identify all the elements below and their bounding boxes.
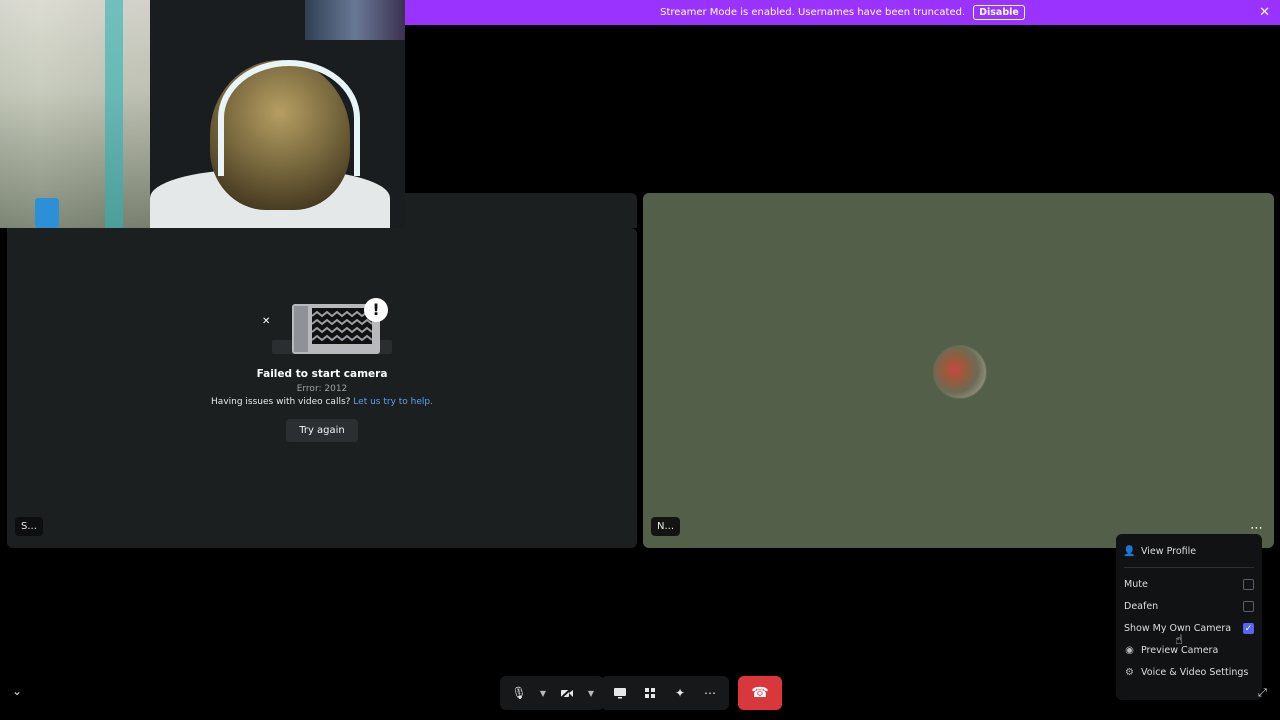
show-own-camera-checkbox[interactable]: ✓ xyxy=(1243,622,1254,634)
more-icon[interactable]: ⋯ xyxy=(697,680,723,706)
headset xyxy=(218,60,360,176)
menu-item-show-own-camera[interactable]: Show My Own Camera ✓ xyxy=(1124,617,1254,639)
left-video-tile[interactable]: ✕ ! Failed to start camera Error: 2012 H… xyxy=(7,228,637,548)
sparkle-icon: ✕ xyxy=(262,316,271,327)
right-video-tile[interactable]: N... ⋯ xyxy=(643,193,1274,548)
menu-label: Deafen xyxy=(1124,600,1159,612)
participant-avatar[interactable] xyxy=(933,345,987,399)
menu-item-deafen[interactable]: Deafen xyxy=(1124,595,1254,617)
error-code: Error: 2012 xyxy=(296,384,348,394)
activities-icon[interactable] xyxy=(637,680,663,706)
background-shelf xyxy=(0,0,150,228)
deafen-checkbox[interactable] xyxy=(1243,600,1254,612)
hang-up-icon[interactable]: ☎ xyxy=(738,676,782,710)
participant-context-menu: 👤 View Profile Mute Deafen Show My Own Ca… xyxy=(1116,534,1262,700)
gear-icon: ⚙ xyxy=(1125,666,1134,678)
menu-label: Show My Own Camera xyxy=(1124,622,1232,634)
screen-share-icon[interactable] xyxy=(607,680,633,706)
fullscreen-icon[interactable]: ⤢ xyxy=(1258,686,1267,700)
microphone-icon[interactable]: 🎙 xyxy=(506,680,532,706)
menu-divider xyxy=(1124,567,1254,568)
soundboard-icon[interactable]: ✦ xyxy=(667,680,693,706)
close-icon[interactable]: ✕ xyxy=(1259,5,1270,20)
banner-message: Streamer Mode is enabled. Usernames have… xyxy=(660,7,966,18)
camera-error-illustration: ✕ ! xyxy=(252,298,392,358)
camera-lens xyxy=(294,306,308,352)
mic-options-chevron-icon[interactable]: ▼ xyxy=(536,680,550,706)
person-icon: 👤 xyxy=(1123,545,1136,557)
menu-label: Voice & Video Settings xyxy=(1141,666,1249,678)
background-cup xyxy=(35,198,59,228)
camera-options-chevron-icon[interactable]: ▼ xyxy=(584,680,598,706)
menu-label: View Profile xyxy=(1141,545,1197,557)
help-link[interactable]: Let us try to help. xyxy=(353,397,433,407)
participant-name-tag: N... xyxy=(651,517,681,536)
help-prompt: Having issues with video calls? xyxy=(211,397,351,407)
activity-controls-group: ✦ ⋯ xyxy=(601,676,729,710)
participant-name-tag: S... xyxy=(15,517,43,536)
warning-icon: ! xyxy=(364,298,388,322)
mic-camera-group: 🎙 ▼ ▼ xyxy=(500,676,604,710)
menu-item-view-profile[interactable]: 👤 View Profile xyxy=(1123,540,1254,562)
menu-item-voice-video-settings[interactable]: ⚙ Voice & Video Settings xyxy=(1124,661,1254,683)
camera-static-screen xyxy=(312,308,372,344)
menu-item-preview-camera[interactable]: ◉ Preview Camera xyxy=(1124,639,1254,661)
background-post xyxy=(105,0,123,228)
mute-checkbox[interactable] xyxy=(1243,578,1254,590)
self-camera-preview[interactable] xyxy=(0,0,405,228)
mouse-cursor-icon: ☝ xyxy=(1175,633,1183,648)
background-monitor-glow xyxy=(305,0,405,40)
camera-off-icon[interactable] xyxy=(554,680,580,706)
activity-buttons: ✦ ⋯ xyxy=(601,676,729,710)
camera-error: ✕ ! Failed to start camera Error: 2012 H… xyxy=(7,298,637,442)
menu-label: Mute xyxy=(1124,578,1148,590)
help-text: Having issues with video calls? Let us t… xyxy=(7,397,637,407)
eye-icon: ◉ xyxy=(1125,644,1134,656)
error-title: Failed to start camera xyxy=(256,368,388,380)
try-again-button[interactable]: Try again xyxy=(286,419,358,442)
disable-streamer-mode-button[interactable]: Disable xyxy=(973,5,1025,20)
menu-item-mute[interactable]: Mute xyxy=(1124,573,1254,595)
voice-controls-group: 🎙 ▼ ▼ xyxy=(500,676,604,710)
streamer-mode-banner: Streamer Mode is enabled. Usernames have… xyxy=(405,0,1280,25)
chevron-down-icon[interactable]: ⌄ xyxy=(12,684,22,698)
left-tile-top xyxy=(405,193,637,228)
